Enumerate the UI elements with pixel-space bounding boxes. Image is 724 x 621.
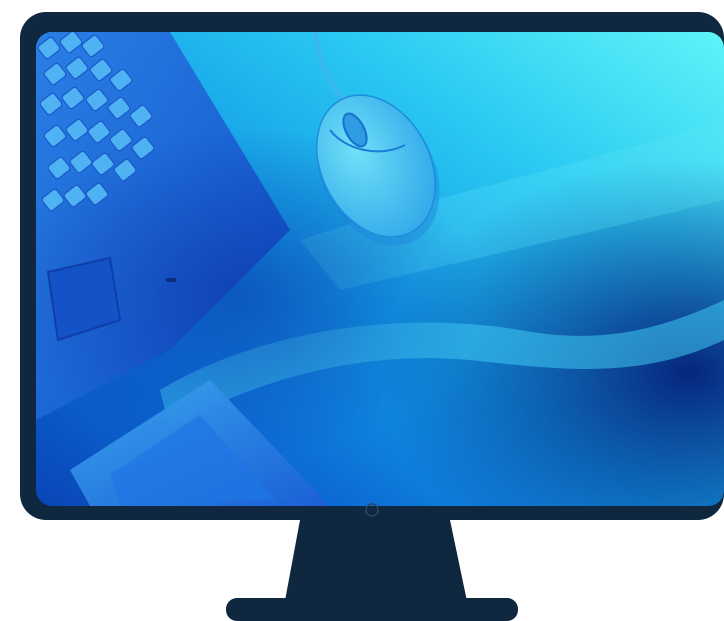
monitor-stand-neck <box>284 520 468 606</box>
monitor-icon <box>20 12 724 621</box>
monitor-illustration <box>0 0 724 621</box>
monitor-stand-base <box>226 598 518 621</box>
monitor-screen <box>36 32 724 506</box>
